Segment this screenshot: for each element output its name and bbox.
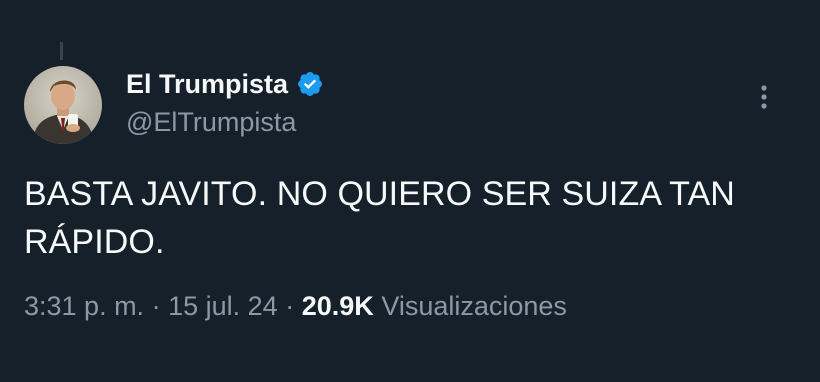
tweet-time[interactable]: 3:31 p. m.	[24, 291, 144, 321]
avatar[interactable]	[24, 66, 102, 144]
tweet-text: BASTA JAVITO. NO QUIERO SER SUIZA TAN RÁ…	[24, 175, 735, 261]
views-label[interactable]: Visualizaciones	[381, 291, 567, 321]
author-info[interactable]: El Trumpista @ElTrumpista	[126, 66, 324, 140]
author-handle[interactable]: @ElTrumpista	[126, 104, 324, 140]
verified-badge-icon[interactable]	[296, 70, 324, 98]
more-vertical-icon[interactable]	[752, 84, 776, 110]
tweet-date[interactable]: 15 jul. 24	[168, 291, 278, 321]
meta-separator: ·	[285, 291, 295, 321]
avatar-image	[24, 66, 102, 144]
thread-connector-line	[60, 42, 63, 60]
tweet-meta: 3:31 p. m. · 15 jul. 24 · 20.9K Visualiz…	[24, 288, 567, 324]
name-row: El Trumpista	[126, 66, 324, 102]
views-count[interactable]: 20.9K	[302, 291, 374, 321]
display-name[interactable]: El Trumpista	[126, 66, 288, 102]
meta-separator: ·	[151, 291, 161, 321]
tweet-card[interactable]: El Trumpista @ElTrumpista BASTA JAVITO. …	[0, 0, 820, 382]
